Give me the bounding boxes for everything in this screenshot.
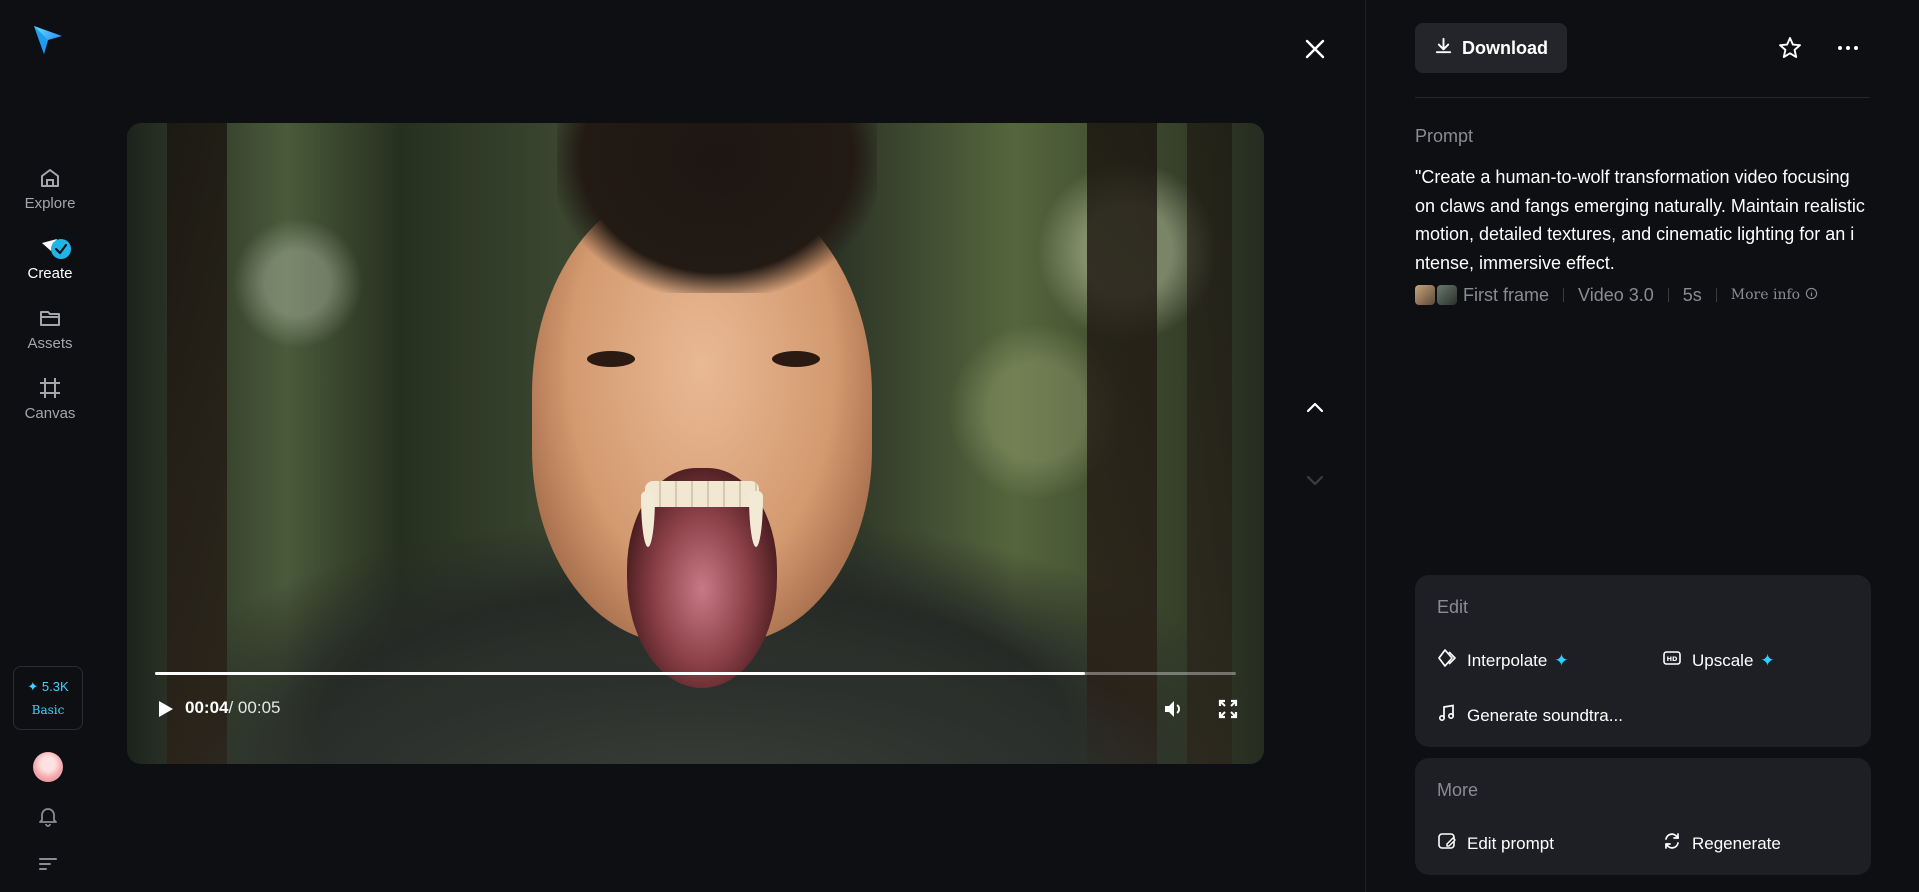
more-card: More Edit prompt Regenerate — [1415, 758, 1871, 875]
prompt-line: on claws and fangs emerging naturally. M… — [1415, 195, 1865, 216]
folder-icon — [37, 305, 63, 331]
interpolate-label: Interpolate — [1467, 650, 1548, 670]
meta-separator — [1563, 288, 1565, 302]
svg-text:HD: HD — [1667, 655, 1678, 663]
hd-icon: HD — [1662, 648, 1682, 673]
music-note-icon — [1437, 703, 1457, 728]
prompt-line: ntense, immersive effect. — [1415, 252, 1615, 273]
sparkle-icon: ✦ — [1554, 650, 1569, 670]
edit-prompt-button[interactable]: Edit prompt — [1437, 831, 1554, 856]
canvas-icon — [37, 375, 63, 401]
fullscreen-icon[interactable] — [1217, 698, 1239, 720]
prompt-heading: Prompt — [1415, 126, 1474, 146]
download-icon — [1434, 36, 1453, 60]
check-icon — [51, 238, 71, 259]
sidebar: Explore Create Assets Canvas ✦ 5.3K Basi… — [0, 0, 100, 892]
video-frame-eye — [587, 351, 635, 367]
chevron-up-icon[interactable] — [1303, 396, 1327, 420]
credits-badge[interactable]: ✦ 5.3K Basic — [13, 666, 83, 730]
more-info-label: More info — [1730, 287, 1801, 303]
video-player[interactable]: 00:04/ 00:05 — [127, 123, 1264, 764]
volume-icon[interactable] — [1162, 697, 1186, 721]
sidebar-item-canvas[interactable]: Canvas — [10, 368, 90, 428]
avatar[interactable] — [33, 752, 63, 782]
video-frame-hair — [557, 123, 877, 293]
refresh-icon — [1662, 831, 1682, 856]
download-label: Download — [1462, 37, 1548, 58]
more-heading: More — [1437, 780, 1479, 800]
reference-label: First frame — [1463, 284, 1550, 305]
edit-card: Edit Interpolate ✦ HD Upscale ✦ Generate… — [1415, 575, 1871, 747]
credits-amount: ✦ 5.3K — [27, 679, 69, 694]
more-info-link[interactable]: More info — [1731, 287, 1818, 304]
meta-separator — [1667, 288, 1669, 302]
video-frame-eye — [772, 351, 820, 367]
edit-heading: Edit — [1437, 597, 1469, 617]
video-progress-fill — [155, 672, 1085, 675]
sidebar-item-create[interactable]: Create — [10, 228, 90, 288]
video-timecode: 00:04/ 00:05 — [185, 698, 280, 718]
app-root: Explore Create Assets Canvas ✦ 5.3K Basi… — [0, 0, 1919, 892]
plan-label: Basic — [31, 703, 65, 717]
generate-soundtrack-label: Generate soundtra... — [1467, 705, 1623, 725]
video-frame-teeth — [645, 481, 759, 507]
app-logo[interactable] — [30, 22, 66, 58]
upscale-label: Upscale — [1692, 650, 1754, 670]
panel-divider — [1415, 97, 1870, 98]
generation-meta: First frame Video 3.0 5s More info — [1415, 284, 1818, 306]
menu-icon[interactable] — [37, 853, 59, 875]
prompt-line: "Create a human-to-wolf transformation v… — [1415, 167, 1850, 187]
sidebar-item-assets[interactable]: Assets — [10, 298, 90, 358]
sidebar-item-label: Create — [27, 264, 73, 282]
download-button[interactable]: Download — [1415, 23, 1567, 73]
current-time: 00:04 — [185, 698, 229, 717]
duration-label: 5s — [1682, 284, 1702, 305]
sidebar-item-label: Explore — [24, 194, 76, 212]
prompt-text[interactable]: "Create a human-to-wolf transformation v… — [1415, 163, 1870, 277]
video-progress-bar[interactable] — [155, 672, 1236, 675]
chevron-down-icon[interactable] — [1303, 468, 1327, 492]
more-options-icon[interactable] — [1835, 35, 1861, 61]
interpolate-button[interactable]: Interpolate ✦ — [1437, 648, 1569, 673]
sidebar-item-label: Canvas — [24, 404, 76, 422]
prompt-line: motion, detailed textures, and cinematic… — [1415, 224, 1855, 244]
upscale-button[interactable]: HD Upscale ✦ — [1662, 648, 1775, 673]
edit-prompt-label: Edit prompt — [1467, 833, 1554, 853]
model-label: Video 3.0 — [1578, 284, 1654, 305]
regenerate-label: Regenerate — [1692, 833, 1781, 853]
home-icon — [37, 165, 63, 191]
sidebar-item-explore[interactable]: Explore — [10, 158, 90, 218]
generate-soundtrack-button[interactable]: Generate soundtra... — [1437, 703, 1623, 728]
meta-separator — [1715, 288, 1717, 302]
interpolate-icon — [1437, 648, 1457, 673]
star-icon[interactable] — [1777, 35, 1803, 61]
details-panel: Download Prompt "Create a human-to-wolf … — [1415, 0, 1871, 892]
panel-divider — [1365, 0, 1366, 892]
sidebar-item-label: Assets — [27, 334, 73, 352]
play-icon[interactable] — [154, 698, 176, 720]
info-icon — [1805, 287, 1818, 304]
bell-icon[interactable] — [35, 803, 61, 829]
close-icon[interactable] — [1302, 36, 1328, 62]
reference-thumbnail[interactable] — [1415, 285, 1435, 305]
sparkle-icon: ✦ — [1760, 650, 1775, 670]
create-icon — [37, 235, 71, 261]
total-time: / 00:05 — [228, 698, 281, 717]
reference-thumbnail[interactable] — [1437, 285, 1457, 305]
edit-prompt-icon — [1437, 831, 1457, 856]
regenerate-button[interactable]: Regenerate — [1662, 831, 1781, 856]
